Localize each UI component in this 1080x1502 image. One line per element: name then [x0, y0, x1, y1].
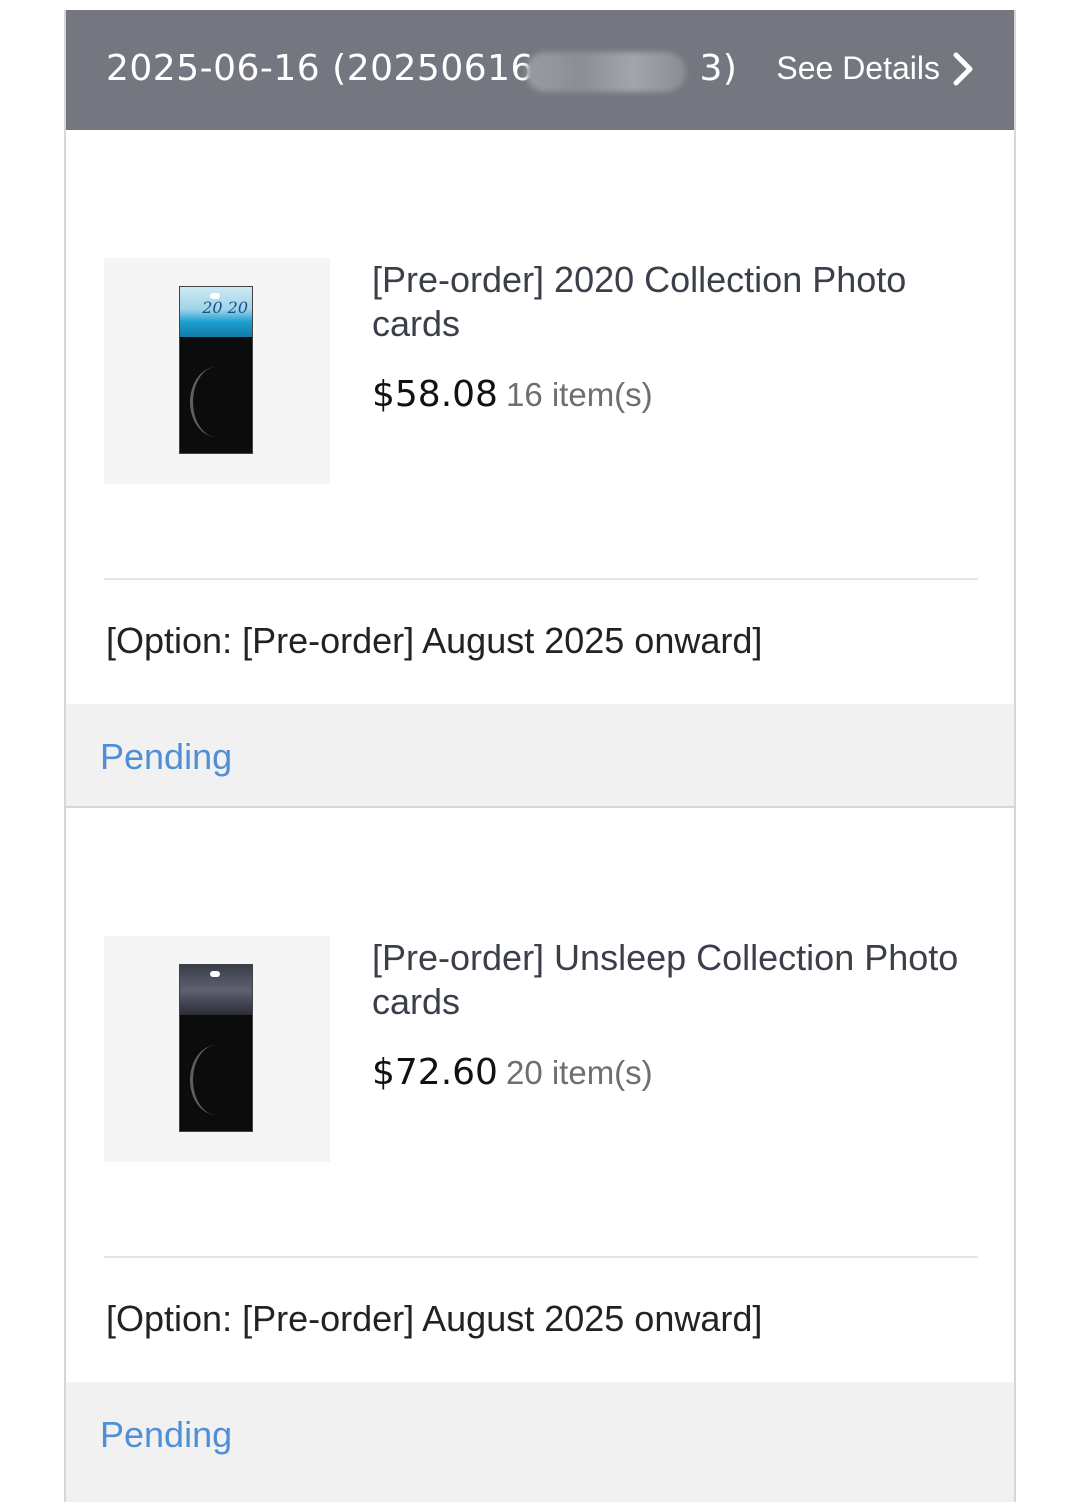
- see-details-label: See Details: [776, 50, 940, 86]
- card-artwork: [190, 367, 243, 437]
- status-label: Pending: [100, 1414, 233, 1455]
- product-quantity: 20 item(s): [505, 1054, 653, 1091]
- order-item: [Pre-order] Unsleep Collection Photo car…: [66, 808, 1014, 1502]
- order-header: 2025-06-16 (20250616- 3) See Details: [66, 10, 1014, 130]
- divider: [104, 1256, 978, 1258]
- tag-mark: 20 20: [202, 298, 248, 317]
- product-thumbnail[interactable]: [104, 936, 330, 1162]
- status-bar: Pending: [66, 704, 1014, 808]
- see-details-link[interactable]: See Details: [776, 50, 974, 87]
- status-bar: Pending: [66, 1382, 1014, 1502]
- hang-hole: [210, 971, 220, 977]
- price-row: $72.60 20 item(s): [372, 1052, 653, 1093]
- product-option: [Option: [Pre-order] August 2025 onward]: [106, 620, 763, 661]
- order-id-prefix: 2025-06-16 (20250616-: [106, 48, 548, 89]
- chevron-right-icon: [953, 52, 973, 85]
- divider: [104, 578, 978, 580]
- product-price: $58.08: [372, 374, 498, 415]
- product-image: 20 20: [179, 286, 253, 454]
- order-item: 20 20 [Pre-order] 2020 Collection Photo …: [66, 130, 1014, 808]
- product-thumbnail[interactable]: 20 20: [104, 258, 330, 484]
- product-quantity: 16 item(s): [505, 376, 653, 413]
- order-card: 2025-06-16 (20250616- 3) See Details 20 2…: [64, 10, 1016, 1502]
- product-image: [179, 964, 253, 1132]
- product-price: $72.60: [372, 1052, 498, 1093]
- product-option: [Option: [Pre-order] August 2025 onward]: [106, 1298, 763, 1339]
- product-title[interactable]: [Pre-order] Unsleep Collection Photo car…: [372, 936, 982, 1024]
- product-title[interactable]: [Pre-order] 2020 Collection Photo cards: [372, 258, 982, 346]
- price-row: $58.08 16 item(s): [372, 374, 653, 415]
- card-artwork: [190, 1045, 243, 1115]
- order-id-suffix: 3): [699, 48, 738, 89]
- status-label: Pending: [100, 736, 233, 777]
- redacted-order-number: [526, 52, 686, 92]
